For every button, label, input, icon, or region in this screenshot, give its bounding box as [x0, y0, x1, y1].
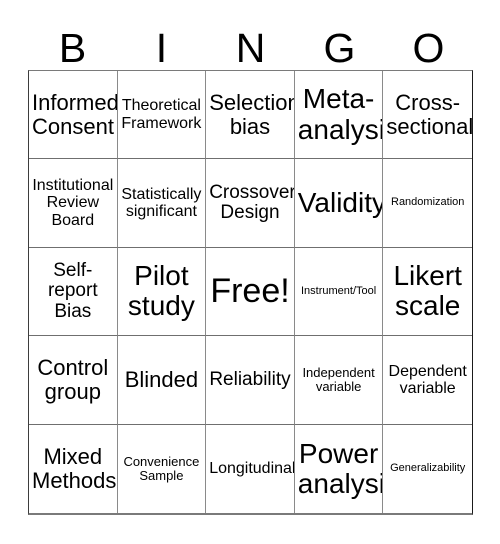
bingo-header: B I N G O — [28, 22, 473, 70]
bingo-cell-label: Free! — [210, 272, 290, 311]
bingo-cell[interactable]: Selection bias — [206, 71, 295, 160]
bingo-cell[interactable]: Randomization — [383, 159, 472, 248]
bingo-cell-label: Instrument/Tool — [300, 284, 377, 297]
bingo-cell-label: Generalizability — [390, 461, 466, 474]
header-letter-b: B — [58, 25, 87, 71]
bingo-cell-label: Randomization — [391, 196, 465, 209]
bingo-cell-label: Convenience Sample — [123, 453, 200, 483]
bingo-cell[interactable]: Institutional Review Board — [29, 159, 118, 248]
bingo-cell[interactable]: Reliability — [206, 336, 295, 425]
bingo-cell[interactable]: Validity — [294, 159, 384, 248]
bingo-cell-label: Mixed Methods — [32, 444, 117, 493]
bingo-cell[interactable]: Informed Consent — [29, 71, 118, 160]
bingo-cell-label: Blinded — [124, 367, 199, 393]
bingo-cell-label: Meta- analysis — [297, 83, 383, 145]
bingo-cell[interactable]: Instrument/Tool — [294, 247, 384, 337]
bingo-cell[interactable]: Pilot study — [117, 247, 207, 337]
bingo-cell-label: Informed Consent — [32, 89, 118, 139]
bingo-cell-label: Likert scale — [393, 260, 462, 322]
bingo-cell-label: Validity — [297, 186, 384, 218]
header-letter-i: I — [155, 25, 168, 71]
bingo-cell[interactable]: Generalizability — [383, 424, 472, 513]
bingo-cell[interactable]: Likert scale — [383, 247, 472, 337]
bingo-cell-label: Theoretical Framework — [121, 97, 202, 132]
bingo-cell[interactable]: Independent variable — [294, 336, 384, 425]
bingo-cell[interactable]: Dependent variable — [383, 336, 472, 425]
bingo-cell-label: Crossover Design — [209, 181, 295, 224]
bingo-cell[interactable]: Mixed Methods — [29, 424, 118, 513]
bingo-cell-label: Cross- sectional — [386, 89, 472, 139]
bingo-cell[interactable]: Cross- sectional — [383, 71, 472, 160]
bingo-cell[interactable]: Self- report Bias — [29, 247, 118, 337]
bingo-cell-label: Control group — [37, 355, 109, 404]
bingo-cell[interactable]: Crossover Design — [206, 159, 295, 248]
bingo-cell-label: Power analysis — [297, 437, 383, 499]
bingo-cell-label: Self- report Bias — [47, 259, 98, 322]
bingo-cell-label: Statistically significant — [121, 185, 202, 221]
header-letter-n: N — [235, 25, 266, 71]
bingo-cell-label: Dependent variable — [388, 362, 467, 397]
bingo-grid: Informed Consent Theoretical Framework Sel… — [28, 70, 473, 515]
bingo-cell[interactable]: Power analysis — [294, 424, 384, 513]
bingo-cell[interactable]: Convenience Sample — [117, 424, 207, 513]
bingo-cell[interactable]: Free! — [206, 247, 295, 337]
header-letter-o: O — [412, 25, 445, 71]
bingo-cell-label: Institutional Review Board — [32, 177, 114, 229]
bingo-card: B I N G O Informed Consent Theoretical Fr… — [0, 0, 500, 544]
bingo-cell-label: Selection bias — [209, 89, 295, 139]
header-letter-g: G — [323, 25, 356, 71]
bingo-cell-label: Independent variable — [302, 364, 375, 394]
bingo-cell-label: Reliability — [209, 368, 291, 390]
bingo-cell[interactable]: Blinded — [117, 336, 207, 425]
bingo-cell[interactable]: Longitudinal — [206, 424, 295, 513]
bingo-cell[interactable]: Control group — [29, 336, 118, 425]
bingo-cell[interactable]: Theoretical Framework — [117, 71, 207, 160]
bingo-cell[interactable]: Meta- analysis — [294, 71, 384, 160]
bingo-cell-label: Longitudinal — [209, 460, 295, 478]
bingo-cell-label: Pilot study — [127, 260, 195, 322]
bingo-cell[interactable]: Statistically significant — [117, 159, 207, 248]
